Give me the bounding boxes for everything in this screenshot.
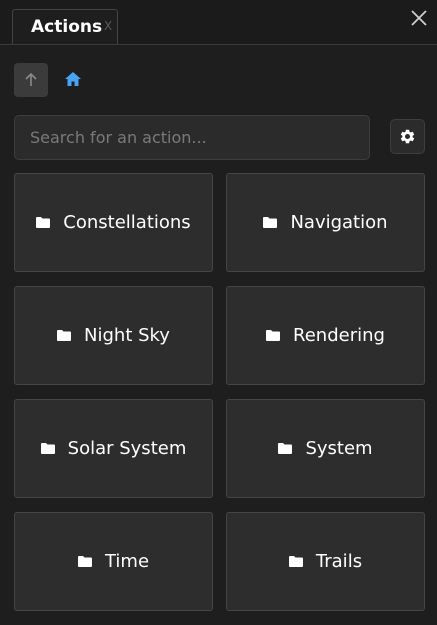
folder-solar-system[interactable]: Solar System: [14, 399, 213, 498]
folder-icon: [266, 330, 281, 341]
folder-trails[interactable]: Trails: [226, 512, 425, 611]
arrow-up-icon: [25, 72, 37, 86]
folder-night-sky[interactable]: Night Sky: [14, 286, 213, 385]
folder-label: Navigation: [290, 212, 388, 233]
navigate-up-button[interactable]: [14, 63, 48, 97]
home-icon: [65, 72, 81, 86]
folder-constellations[interactable]: Constellations: [14, 173, 213, 272]
folder-icon: [57, 330, 72, 341]
folder-navigation[interactable]: Navigation: [226, 173, 425, 272]
folder-time[interactable]: Time: [14, 512, 213, 611]
folder-label: System: [305, 438, 373, 459]
folder-label: Solar System: [67, 438, 187, 459]
close-button[interactable]: [407, 6, 431, 30]
folder-icon: [288, 556, 303, 567]
search-input[interactable]: [14, 115, 370, 160]
folder-system[interactable]: System: [226, 399, 425, 498]
settings-button[interactable]: [390, 119, 425, 154]
folder-icon: [36, 217, 51, 228]
folder-label: Trails: [315, 551, 363, 572]
tab-close-button[interactable]: X: [104, 19, 112, 33]
folder-label: Constellations: [63, 212, 191, 233]
tab-actions[interactable]: Actions X: [12, 9, 118, 44]
tab-label: Actions: [31, 17, 103, 37]
folder-label: Time: [104, 551, 150, 572]
folder-label: Night Sky: [84, 325, 170, 346]
home-button[interactable]: [64, 71, 82, 87]
close-icon: [411, 10, 427, 26]
folder-grid: Constellations Navigation Night Sky Rend…: [14, 173, 425, 611]
folder-rendering[interactable]: Rendering: [226, 286, 425, 385]
folder-icon: [40, 443, 55, 454]
folder-icon: [77, 556, 92, 567]
folder-label: Rendering: [293, 325, 385, 346]
folder-icon: [278, 443, 293, 454]
folder-icon: [263, 217, 278, 228]
tab-bar: Actions X: [0, 0, 437, 45]
gear-icon: [400, 129, 415, 144]
